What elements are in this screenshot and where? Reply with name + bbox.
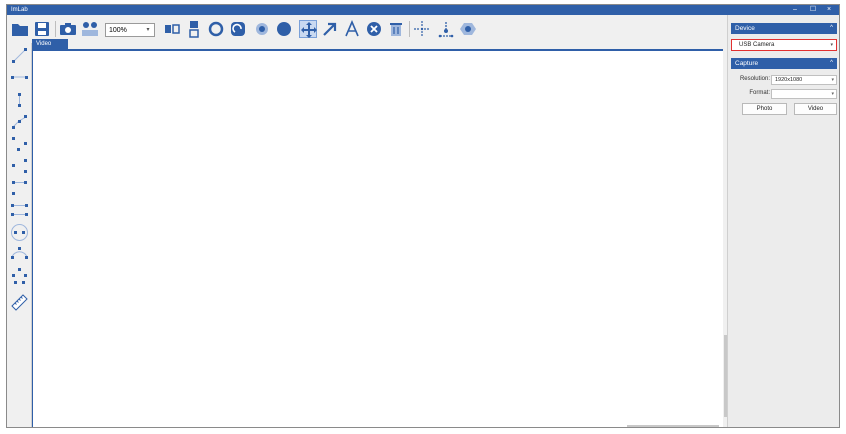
maximize-button[interactable]: ☐ <box>805 5 821 15</box>
circle-dot-icon[interactable] <box>253 20 271 38</box>
chevron-down-icon: ▾ <box>831 91 834 97</box>
toolbar-separator <box>409 21 410 37</box>
angle-icon[interactable] <box>10 156 29 175</box>
capture-section-header[interactable]: Capture ^ <box>731 58 837 69</box>
parallel-icon[interactable] <box>10 178 29 197</box>
scale-icon[interactable] <box>10 293 29 312</box>
chevron-up-icon: ^ <box>830 60 833 66</box>
minimize-button[interactable]: – <box>787 5 803 15</box>
chevron-down-icon: ▾ <box>831 77 834 83</box>
circle-icon[interactable] <box>10 223 29 242</box>
resolution-label: Resolution: <box>739 76 770 82</box>
window-title: ImLab <box>11 7 28 13</box>
device-select-value: USB Camera <box>739 42 775 48</box>
zoom-select[interactable]: 100% ▾ <box>105 23 155 37</box>
chevron-down-icon: ▾ <box>830 42 833 48</box>
app-window: ImLab – ☐ × 100% ▾ Video Device ^ USB Ca… <box>6 4 840 428</box>
device-section-title: Device <box>735 25 755 32</box>
toolbar-separator <box>55 21 56 37</box>
close-button[interactable]: × <box>821 5 837 15</box>
right-panel: Device ^ USB Camera ▾ Capture ^ Resoluti… <box>727 15 839 427</box>
rectangle-icon[interactable] <box>10 200 29 219</box>
crosshair-icon[interactable] <box>413 20 431 38</box>
save-icon[interactable] <box>33 20 51 38</box>
line-icon[interactable] <box>10 68 29 87</box>
settings-icon[interactable] <box>459 20 477 38</box>
fit-width-icon[interactable] <box>163 20 181 38</box>
point-icon[interactable] <box>10 46 29 65</box>
tab-video[interactable]: Video <box>32 39 68 49</box>
resolution-value: 1920x1080 <box>775 77 803 83</box>
arrow-icon[interactable] <box>321 20 339 38</box>
format-label: Format: <box>749 90 770 96</box>
main-toolbar: 100% ▾ <box>7 15 723 43</box>
resolution-select[interactable]: 1920x1080 ▾ <box>771 75 837 85</box>
filled-circle-icon[interactable] <box>275 20 293 38</box>
segment-icon[interactable] <box>10 90 29 109</box>
move-icon[interactable] <box>299 20 317 38</box>
chevron-up-icon: ^ <box>830 25 833 31</box>
device-section-header[interactable]: Device ^ <box>731 23 837 34</box>
polyline-icon[interactable] <box>10 112 29 131</box>
folder-open-icon[interactable] <box>11 20 29 38</box>
zoom-value: 100% <box>109 27 127 34</box>
rotate-icon[interactable] <box>229 20 247 38</box>
vertical-line-icon[interactable] <box>10 134 29 153</box>
delete-icon[interactable] <box>365 20 383 38</box>
trash-icon[interactable] <box>387 20 405 38</box>
multi-point-icon[interactable] <box>10 267 29 286</box>
photo-button[interactable]: Photo <box>742 103 787 115</box>
chevron-down-icon: ▾ <box>146 27 150 33</box>
format-select[interactable]: ▾ <box>771 89 837 99</box>
measure-icon[interactable] <box>437 20 455 38</box>
video-preview-area <box>32 49 723 427</box>
horizontal-scrollbar[interactable] <box>627 425 719 427</box>
drawing-tools-panel <box>7 43 32 427</box>
video-button[interactable]: Video <box>794 103 837 115</box>
ring-icon[interactable] <box>207 20 225 38</box>
arc-icon[interactable] <box>10 245 29 264</box>
fit-height-icon[interactable] <box>185 20 203 38</box>
text-icon[interactable] <box>343 20 361 38</box>
capture-section-title: Capture <box>735 60 759 67</box>
camera-icon[interactable] <box>59 20 77 38</box>
dual-view-icon[interactable] <box>81 20 99 38</box>
title-bar: ImLab – ☐ × <box>7 5 839 15</box>
device-select[interactable]: USB Camera ▾ <box>731 39 837 51</box>
